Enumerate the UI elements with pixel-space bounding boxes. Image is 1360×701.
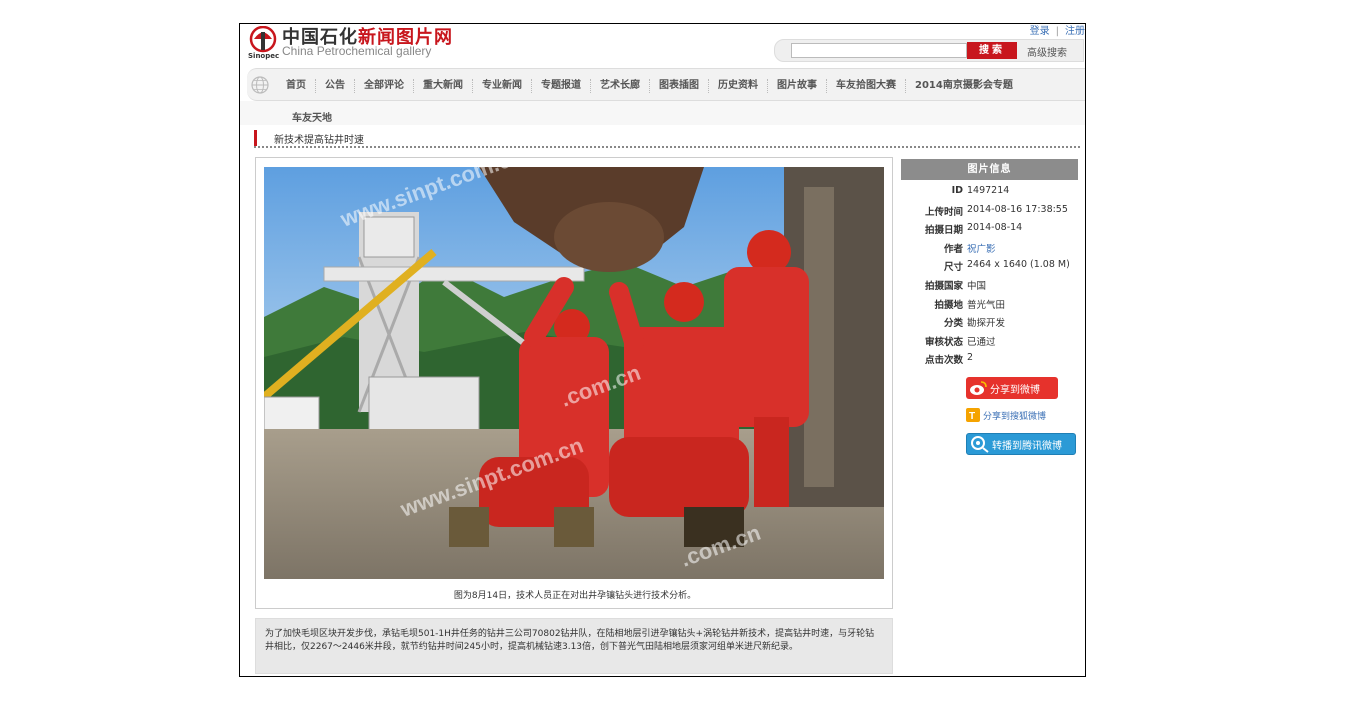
info-label: 分类 (943, 318, 963, 330)
nav-items: 首页 公告 全部评论 重大新闻 专业新闻 专题报道 艺术长廊 图表插图 历史资料… (277, 69, 1022, 102)
info-row-location: 拍摄地 普光气田 (901, 295, 1081, 314)
login-link[interactable]: 登录 (1030, 26, 1050, 37)
breadcrumb: 新技术提高钻井时速 (254, 128, 1080, 148)
news-photo[interactable]: www.sinpt.com.cn www.sinpt.com.cn .com.c… (264, 167, 884, 579)
account-links: 登录 | 注册 (1030, 24, 1085, 37)
share-weibo-label: 分享到微博 (990, 384, 1040, 396)
nav-item-contest[interactable]: 车友拾图大赛 (827, 78, 906, 93)
advanced-search-link[interactable]: 高级搜索 (1027, 44, 1067, 59)
info-label: 拍摄地 (934, 299, 963, 311)
nav-item-features[interactable]: 专题报道 (532, 78, 591, 93)
nav-item-home[interactable]: 首页 (277, 78, 316, 93)
nav-item-comments[interactable]: 全部评论 (355, 78, 414, 93)
nav-item-major-news[interactable]: 重大新闻 (414, 78, 473, 93)
info-row-author: 作者 祝广影 (901, 239, 1081, 258)
info-row-shoot-date: 拍摄日期 2014-08-14 (901, 220, 1081, 239)
link-separator: | (1055, 26, 1059, 37)
share-qq-button[interactable]: 转播到腾讯微博 (966, 433, 1076, 455)
search-button[interactable]: 搜索 (967, 42, 1017, 59)
site-subtitle: China Petrochemical gallery (282, 44, 432, 58)
info-label: 作者 (943, 243, 963, 255)
globe-icon (251, 76, 269, 94)
info-value: 已通过 (967, 336, 996, 348)
info-value: 2464 x 1640 (1.08 M) (967, 259, 1070, 271)
share-qq-label: 转播到腾讯微博 (992, 440, 1062, 452)
author-link[interactable]: 祝广影 (967, 241, 996, 255)
share-sohu-button[interactable]: T 分享到搜狐微博 (966, 407, 1046, 423)
main-nav: 首页 公告 全部评论 重大新闻 专业新闻 专题报道 艺术长廊 图表插图 历史资料… (247, 68, 1085, 102)
search-bar: 搜索 高级搜索 (774, 39, 1084, 62)
brand-name: Sinopec (248, 52, 280, 60)
nav-second-row: 车友天地 (240, 101, 1085, 125)
info-label: 审核状态 (924, 336, 963, 348)
share-sohu-label: 分享到搜狐微博 (983, 411, 1047, 422)
photo-description: 为了加快毛坝区块开发步伐，承钻毛坝501-1H井任务的钻井三公司70802钻井队… (255, 618, 893, 674)
search-input[interactable] (791, 43, 967, 58)
info-row-category: 分类 勘探开发 (901, 313, 1081, 332)
info-label: 拍摄国家 (924, 280, 963, 292)
info-value: 2 (967, 352, 974, 364)
info-row-country: 拍摄国家 中国 (901, 276, 1081, 295)
page-title: 新技术提高钻井时速 (274, 135, 364, 146)
info-value: 中国 (967, 280, 987, 292)
nav-item-nanjing-2014[interactable]: 2014南京摄影会专题 (906, 79, 1022, 93)
tencent-weibo-icon (971, 436, 989, 453)
nav-item-art-gallery[interactable]: 艺术长廊 (591, 78, 650, 93)
info-label: 点击次数 (924, 355, 963, 367)
info-value: 勘探开发 (967, 318, 1006, 330)
breadcrumb-marker (254, 130, 257, 146)
share-weibo-button[interactable]: 分享到微博 (966, 377, 1058, 399)
page-frame: 中国石化新闻图片网 China Petrochemical gallery Si… (239, 23, 1086, 677)
nav-item-history[interactable]: 历史资料 (709, 78, 768, 93)
info-label: ID (951, 185, 963, 196)
info-value: 2014-08-14 (967, 222, 1023, 234)
nav-item-photo-stories[interactable]: 图片故事 (768, 78, 827, 93)
info-label: 尺寸 (943, 262, 963, 274)
info-row-clicks: 点击次数 2 (901, 350, 1081, 369)
nav-item-industry-news[interactable]: 专业新闻 (473, 78, 532, 93)
info-value: 2014-08-16 17:38:55 (967, 203, 1068, 215)
info-value: 1497214 (967, 185, 1010, 196)
site-logo[interactable]: 中国石化新闻图片网 China Petrochemical gallery Si… (248, 24, 508, 62)
info-row-review-status: 审核状态 已通过 (901, 332, 1081, 351)
register-link[interactable]: 注册 (1065, 26, 1085, 37)
info-row-size: 尺寸 2464 x 1640 (1.08 M) (901, 257, 1081, 276)
info-label: 上传时间 (924, 206, 963, 218)
info-row-upload-time: 上传时间 2014-08-16 17:38:55 (901, 202, 1081, 221)
nav-item-community[interactable]: 车友天地 (292, 109, 332, 124)
info-row-id: ID 1497214 (901, 183, 1081, 202)
nav-item-charts[interactable]: 图表插图 (650, 78, 709, 93)
info-value: 普光气田 (967, 299, 1006, 311)
info-panel: ID 1497214 上传时间 2014-08-16 17:38:55 拍摄日期 20… (901, 183, 1081, 369)
svg-text:T: T (969, 411, 975, 422)
photo-caption: 图为8月14日，技术人员正在对出井孕镶钻头进行技术分析。 (453, 591, 697, 601)
sohu-icon: T (966, 408, 980, 422)
photo-panel: www.sinpt.com.cn www.sinpt.com.cn .com.c… (255, 157, 893, 609)
info-panel-title: 图片信息 (901, 159, 1078, 180)
weibo-icon (970, 381, 987, 395)
nav-item-notice[interactable]: 公告 (316, 78, 355, 93)
info-label: 拍摄日期 (924, 225, 963, 237)
